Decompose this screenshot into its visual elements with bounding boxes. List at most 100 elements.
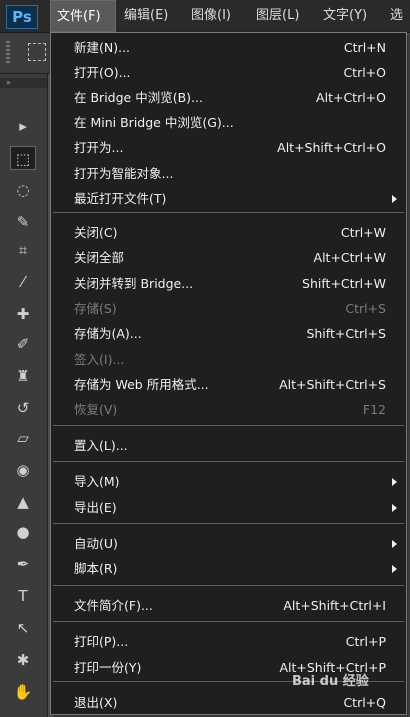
type-tool-icon[interactable]: T <box>10 584 36 608</box>
hand-tool-icon[interactable]: ✋ <box>10 680 36 704</box>
menu-item-shortcut: Alt+Ctrl+W <box>313 250 386 265</box>
menu-item-label: 新建(N)... <box>74 40 131 55</box>
submenu-arrow-icon <box>392 504 397 512</box>
menu-item-label: 在 Mini Bridge 中浏览(G)... <box>74 115 234 130</box>
menu-layer[interactable]: 图层(L) <box>250 0 305 32</box>
menu-item-label: 导出(E) <box>74 500 117 515</box>
lasso-tool-icon[interactable]: ◌ <box>10 178 36 202</box>
custom-shape-tool-icon[interactable]: ✱ <box>10 648 36 672</box>
menu-item-open-as[interactable]: 打开为... Alt+Shift+Ctrl+O <box>51 135 406 160</box>
menu-item-save: 存储(S) Ctrl+S <box>51 296 406 321</box>
menu-item-export[interactable]: 导出(E) <box>51 495 406 520</box>
menu-item-label: 打开(O)... <box>74 65 131 80</box>
menu-item-shortcut: Ctrl+O <box>343 65 386 80</box>
menu-item-label: 存储为 Web 所用格式... <box>74 377 209 392</box>
menu-item-label: 关闭并转到 Bridge... <box>74 276 194 291</box>
menu-item-shortcut: Alt+Shift+Ctrl+O <box>277 140 386 155</box>
menu-item-close-all[interactable]: 关闭全部 Alt+Ctrl+W <box>51 245 406 270</box>
menu-item-check-in: 签入(I)... <box>51 347 406 372</box>
menu-item-shortcut: F12 <box>362 402 386 417</box>
blur-tool-icon[interactable]: ▲ <box>10 490 36 514</box>
menu-item-shortcut: Shift+Ctrl+W <box>302 276 386 291</box>
menu-item-label: 存储为(A)... <box>74 326 142 341</box>
menu-item-scripts[interactable]: 脚本(R) <box>51 556 406 581</box>
menu-item-label: 置入(L)... <box>74 438 128 453</box>
watermark: Bai du 经验 <box>292 674 369 689</box>
path-selection-tool-icon[interactable]: ↖ <box>10 616 36 640</box>
photoshop-logo: Ps <box>6 5 38 29</box>
menu-image[interactable]: 图像(I) <box>185 0 237 32</box>
options-bar <box>0 33 50 74</box>
healing-brush-tool-icon[interactable]: ✚ <box>10 302 36 326</box>
paint-bucket-tool-icon[interactable]: ◉ <box>10 458 36 482</box>
menu-item-label: 退出(X) <box>74 695 118 710</box>
file-menu-dropdown: 新建(N)... Ctrl+N 打开(O)... Ctrl+O 在 Bridge 中浏览… <box>50 32 407 715</box>
menu-item-close-and-go-to-bridge[interactable]: 关闭并转到 Bridge... Shift+Ctrl+W <box>51 271 406 296</box>
eraser-tool-icon[interactable]: ▱ <box>10 426 36 450</box>
menu-item-import[interactable]: 导入(M) <box>51 469 406 494</box>
move-tool-icon[interactable]: ▸ <box>10 114 36 138</box>
menu-separator <box>53 523 404 524</box>
crop-tool-icon[interactable]: ⌗ <box>10 238 36 262</box>
menu-item-save-for-web[interactable]: 存储为 Web 所用格式... Alt+Shift+Ctrl+S <box>51 372 406 397</box>
history-brush-tool-icon[interactable]: ↺ <box>10 396 36 420</box>
menu-item-label: 打开为智能对象... <box>74 166 174 181</box>
menu-item-automate[interactable]: 自动(U) <box>51 531 406 556</box>
submenu-arrow-icon <box>392 565 397 573</box>
menu-bar: Ps 文件(F) 编辑(E) 图像(I) 图层(L) 文字(Y) 选 <box>0 0 410 33</box>
menu-item-new[interactable]: 新建(N)... Ctrl+N <box>51 35 406 60</box>
menu-item-file-info[interactable]: 文件简介(F)... Alt+Shift+Ctrl+I <box>51 593 406 618</box>
menu-item-label: 打开为... <box>74 140 124 155</box>
menu-item-label: 导入(M) <box>74 474 120 489</box>
menu-item-revert: 恢复(V) F12 <box>51 397 406 422</box>
eyedropper-tool-icon[interactable]: ⁄ <box>10 270 36 294</box>
pen-tool-icon[interactable]: ✒ <box>10 552 36 576</box>
menu-item-label: 关闭全部 <box>74 250 125 265</box>
submenu-arrow-icon <box>392 195 397 203</box>
menu-item-label: 打印(P)... <box>74 634 129 649</box>
menu-item-shortcut: Ctrl+P <box>345 634 386 649</box>
menu-item-label: 关闭(C) <box>74 225 118 240</box>
menu-type[interactable]: 文字(Y) <box>317 0 373 32</box>
marquee-option-icon[interactable] <box>28 43 46 61</box>
menu-item-browse-in-mini-bridge[interactable]: 在 Mini Bridge 中浏览(G)... <box>51 110 406 135</box>
menu-item-exit[interactable]: 退出(X) Ctrl+Q <box>51 690 406 715</box>
menu-separator <box>53 461 404 462</box>
quick-selection-tool-icon[interactable]: ✎ <box>10 210 36 234</box>
menu-item-print[interactable]: 打印(P)... Ctrl+P <box>51 629 406 654</box>
menu-item-label: 恢复(V) <box>74 402 118 417</box>
menu-item-place[interactable]: 置入(L)... <box>51 433 406 458</box>
grip-handle[interactable] <box>6 41 10 65</box>
menu-item-label: 在 Bridge 中浏览(B)... <box>74 90 203 105</box>
brush-tool-icon[interactable]: ✐ <box>10 332 36 356</box>
menu-item-shortcut: Alt+Shift+Ctrl+I <box>283 598 386 613</box>
menu-item-browse-in-bridge[interactable]: 在 Bridge 中浏览(B)... Alt+Ctrl+O <box>51 85 406 110</box>
menu-file[interactable]: 文件(F) <box>50 0 116 32</box>
menu-item-open[interactable]: 打开(O)... Ctrl+O <box>51 60 406 85</box>
menu-item-label: 自动(U) <box>74 536 118 551</box>
menu-separator <box>53 621 404 622</box>
collapse-toggle-icon[interactable]: » <box>0 78 47 88</box>
tools-panel: » ▸ ⬚ ◌ ✎ ⌗ ⁄ ✚ ✐ ♜ ↺ ▱ ◉ ▲ ● ✒ T ↖ ✱ ✋ <box>0 74 48 717</box>
menu-item-shortcut: Ctrl+S <box>345 301 386 316</box>
menu-item-open-as-smart-object[interactable]: 打开为智能对象... <box>51 161 406 186</box>
menu-item-close[interactable]: 关闭(C) Ctrl+W <box>51 220 406 245</box>
submenu-arrow-icon <box>392 540 397 548</box>
dodge-tool-icon[interactable]: ● <box>10 520 36 544</box>
menu-item-label: 文件简介(F)... <box>74 598 153 613</box>
menu-item-label: 签入(I)... <box>74 352 125 367</box>
menu-item-shortcut: Ctrl+Q <box>343 695 386 710</box>
menu-item-label: 打印一份(Y) <box>74 660 142 675</box>
menu-item-shortcut: Alt+Ctrl+O <box>316 90 386 105</box>
menu-item-open-recent[interactable]: 最近打开文件(T) <box>51 186 406 211</box>
menu-separator <box>53 425 404 426</box>
menu-item-shortcut: Ctrl+N <box>343 40 386 55</box>
menu-select[interactable]: 选 <box>384 0 409 32</box>
marquee-tool-icon[interactable]: ⬚ <box>10 146 36 170</box>
menu-edit[interactable]: 编辑(E) <box>118 0 174 32</box>
menu-item-label: 脚本(R) <box>74 561 118 576</box>
clone-stamp-tool-icon[interactable]: ♜ <box>10 364 36 388</box>
submenu-arrow-icon <box>392 478 397 486</box>
menu-item-save-as[interactable]: 存储为(A)... Shift+Ctrl+S <box>51 321 406 346</box>
menu-item-shortcut: Alt+Shift+Ctrl+S <box>279 377 386 392</box>
